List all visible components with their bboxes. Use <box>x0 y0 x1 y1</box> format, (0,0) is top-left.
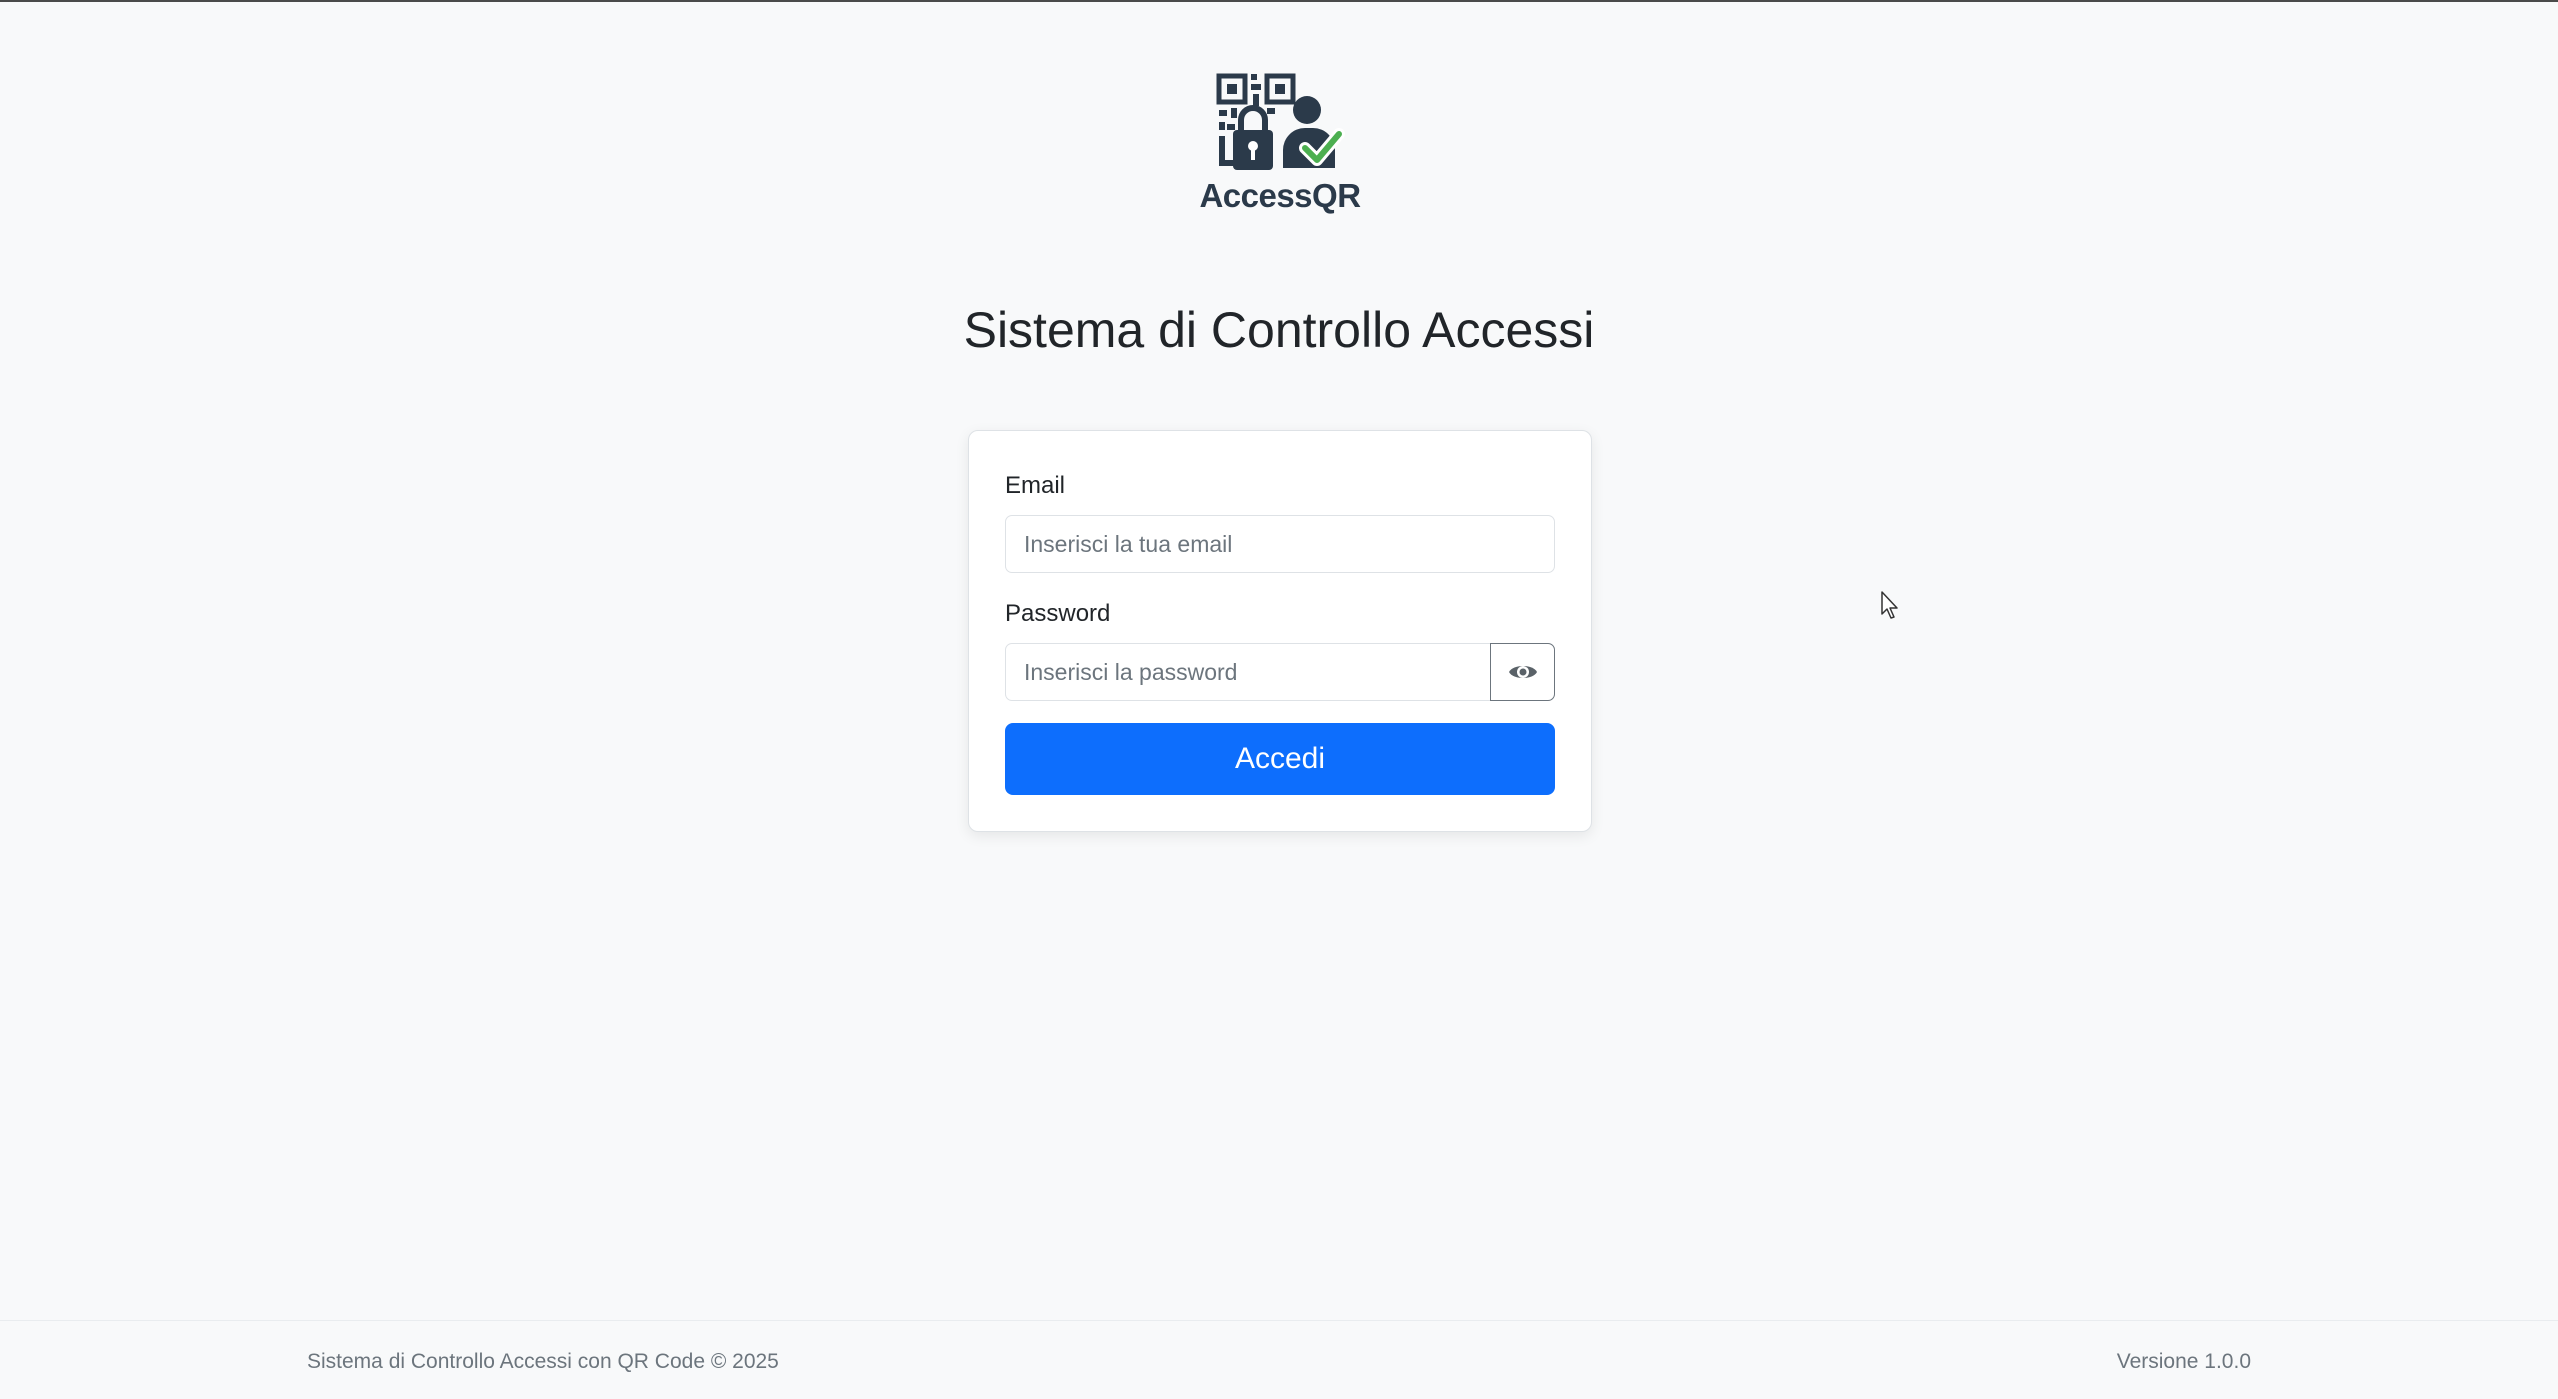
login-button[interactable]: Accedi <box>1005 723 1555 795</box>
password-field[interactable] <box>1005 643 1491 701</box>
login-page: AccessQR Sistema di Controllo Accessi Em… <box>0 2 2558 1322</box>
footer-copyright: Sistema di Controllo Accessi con QR Code… <box>307 1350 779 1373</box>
email-field[interactable] <box>1005 515 1555 573</box>
app-logo: AccessQR <box>1199 72 1361 218</box>
mouse-cursor-icon <box>1881 591 1898 619</box>
toggle-password-visibility-button[interactable] <box>1490 643 1555 701</box>
footer-version: Versione 1.0.0 <box>2116 1350 2251 1373</box>
qr-lock-user-logo-icon <box>1216 73 1345 170</box>
login-card: Email Password Accedi <box>968 430 1592 832</box>
page-footer: Sistema di Controllo Accessi con QR Code… <box>0 1320 2558 1399</box>
email-label: Email <box>1005 472 1066 499</box>
page-title: Sistema di Controllo Accessi <box>963 302 1595 358</box>
password-label: Password <box>1005 600 1111 627</box>
eye-icon <box>1508 666 1537 678</box>
brand-name: AccessQR <box>1199 177 1361 214</box>
